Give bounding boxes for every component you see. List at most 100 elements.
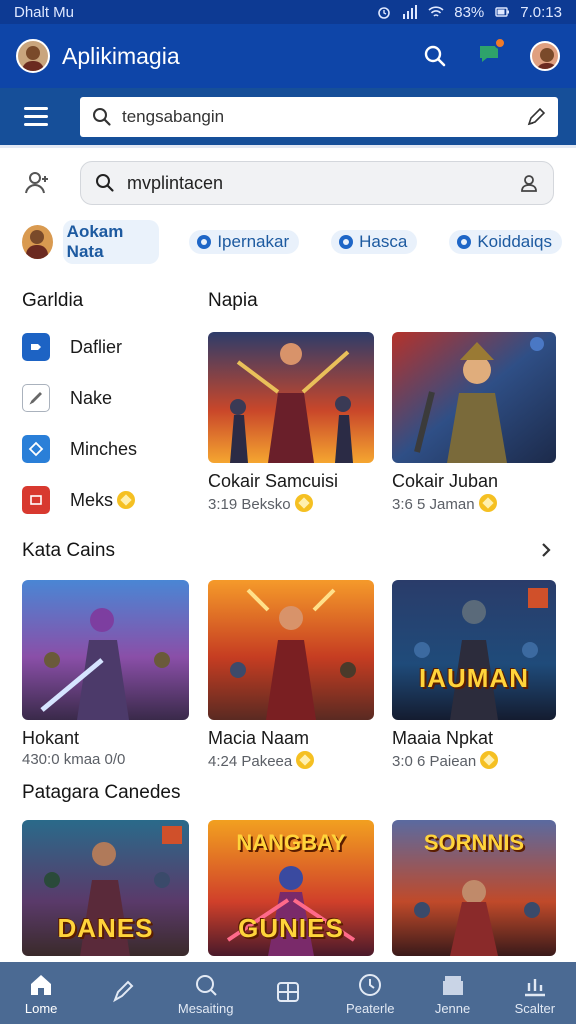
nav-item-pen[interactable] xyxy=(82,962,164,1024)
profile-avatar[interactable] xyxy=(16,39,50,73)
sidebar-item-label: Daflier xyxy=(70,336,123,357)
nav-label: Lome xyxy=(24,1000,58,1016)
nav-item-scalter[interactable]: Scalter xyxy=(494,962,576,1024)
secondary-search-input[interactable]: mvplintacen xyxy=(127,173,519,194)
section-heading: Kata Cains xyxy=(22,540,115,561)
notification-badge xyxy=(494,36,506,49)
game-thumbnail-subtitle: NANGBAY xyxy=(236,830,346,855)
game-card[interactable]: SORNNIS xyxy=(392,820,556,956)
nav-item-grid[interactable] xyxy=(247,962,329,1024)
game-thumbnail[interactable]: IAUMAN xyxy=(392,580,556,720)
star-badge-icon xyxy=(478,494,497,512)
filter-chips: Aokam Nata Ipernakar Hasca Koiddaiqs xyxy=(22,220,562,264)
pen-icon xyxy=(113,980,134,1003)
nav-label: Scalter xyxy=(514,1000,556,1016)
featured-heading: Napia xyxy=(208,290,258,311)
game-card[interactable]: Macia Naam 4:24 Pakeea xyxy=(208,580,374,770)
chip-label: Koiddaiqs xyxy=(477,232,552,251)
game-card[interactable]: DANES xyxy=(22,820,189,956)
user-chip-label: Aokam Nata xyxy=(62,220,160,264)
game-meta: 3:6 5 Jaman xyxy=(392,494,556,513)
section-heading: Patagara Canedes xyxy=(22,782,181,803)
chip-dot-icon xyxy=(197,235,212,249)
profile-icon[interactable] xyxy=(519,173,539,193)
search-bar-secondary[interactable]: mvplintacen xyxy=(80,161,554,205)
chip-koiddaiqs[interactable]: Koiddaiqs xyxy=(449,230,562,254)
sidebar-item-meks[interactable]: Meks xyxy=(22,484,136,516)
battery-icon xyxy=(495,7,510,17)
app-title: Aplikimagia xyxy=(62,42,180,69)
game-thumbnail[interactable]: DANES xyxy=(22,820,189,956)
search-icon xyxy=(195,974,217,996)
game-thumbnail[interactable] xyxy=(208,332,374,463)
add-person-icon[interactable] xyxy=(22,168,52,198)
game-meta: 4:24 Pakeea xyxy=(208,751,374,770)
sidebar-item-label: Minches xyxy=(70,438,138,459)
game-card[interactable]: Cokair Juban 3:6 5 Jaman xyxy=(392,332,556,513)
game-meta: 3:0 6 Paiean xyxy=(392,751,556,770)
nav-item-mesaiting[interactable]: Mesaiting xyxy=(165,962,247,1024)
status-icons: 83% 7.0:13 xyxy=(376,4,562,21)
game-meta: 430:0 kmaa 0/0 xyxy=(22,751,126,768)
search-bar-primary[interactable]: tengsabangin xyxy=(80,96,558,137)
game-title: Cokair Samcuisi xyxy=(208,471,339,491)
game-meta: 3:19 Beksko xyxy=(208,494,374,513)
alarm-icon xyxy=(378,7,391,19)
app-bar: Aplikimagia xyxy=(0,24,576,88)
notifications-button[interactable] xyxy=(476,36,506,72)
search-icon[interactable] xyxy=(422,43,448,69)
battery-label: 83% xyxy=(454,3,485,21)
chart-icon xyxy=(524,978,545,996)
search-icon xyxy=(96,174,114,192)
nav-item-jenne[interactable]: Jenne xyxy=(411,962,493,1024)
user-avatar[interactable] xyxy=(530,41,560,71)
game-card[interactable]: Cokair Samcuisi 3:19 Beksko xyxy=(208,332,374,513)
signal-icon xyxy=(403,5,418,19)
game-card[interactable]: IAUMAN Maaia Npkat 3:0 6 Paiean xyxy=(392,580,556,770)
time-label: 7.0:13 xyxy=(520,3,562,21)
game-thumbnail-subtitle: SORNNIS xyxy=(423,830,525,855)
edit-icon xyxy=(22,384,50,412)
game-card[interactable]: Hokant 430:0 kmaa 0/0 xyxy=(22,580,189,768)
game-title: Macia Naam xyxy=(208,728,310,748)
store-icon xyxy=(442,975,463,995)
sidebar-item-minches[interactable]: Minches xyxy=(22,433,137,465)
chip-avatar xyxy=(22,225,53,259)
search-icon xyxy=(93,107,111,126)
home-icon xyxy=(31,974,52,995)
card-icon xyxy=(22,486,50,514)
diamond-icon xyxy=(22,435,50,463)
star-badge-icon xyxy=(117,490,136,509)
game-thumbnail[interactable] xyxy=(22,580,189,720)
status-bar: Dhalt Mu 83% 7.0:13 xyxy=(0,0,576,24)
star-badge-icon xyxy=(296,751,315,769)
grid-icon xyxy=(276,982,299,1002)
game-thumbnail-title: DANES xyxy=(57,913,154,943)
bottom-navigation: Lome Mesaiting Peaterle Jenne Scalter xyxy=(0,962,576,1024)
sidebar-item-nake[interactable]: Nake xyxy=(22,382,112,414)
game-thumbnail[interactable] xyxy=(392,332,556,463)
sidebar-item-daflier[interactable]: Daflier xyxy=(22,331,122,363)
menu-button[interactable] xyxy=(16,97,56,137)
pen-icon[interactable] xyxy=(526,107,546,127)
nav-item-peaterle[interactable]: Peaterle xyxy=(329,962,411,1024)
sidebar-item-label: Meks xyxy=(70,490,136,511)
game-title: Hokant xyxy=(22,728,80,748)
chip-hasca[interactable]: Hasca xyxy=(331,230,418,254)
game-thumbnail[interactable]: NANGBAY GUNIES xyxy=(208,820,374,956)
tag-icon xyxy=(22,333,50,361)
nav-item-home[interactable]: Lome xyxy=(0,962,82,1024)
wifi-icon xyxy=(428,6,444,17)
chevron-right-icon[interactable] xyxy=(536,540,556,560)
game-card[interactable]: NANGBAY GUNIES xyxy=(208,820,374,956)
game-thumbnail[interactable]: SORNNIS xyxy=(392,820,556,956)
nav-label: Peaterle xyxy=(346,1000,395,1016)
game-thumbnail[interactable] xyxy=(208,580,374,720)
search-input[interactable]: tengsabangin xyxy=(122,107,526,127)
sidebar-item-label: Nake xyxy=(70,387,113,408)
chip-dot-icon xyxy=(457,235,472,249)
star-badge-icon xyxy=(294,494,313,512)
nav-label: Mesaiting xyxy=(177,1000,234,1016)
chip-ipernakar[interactable]: Ipernakar xyxy=(189,230,300,254)
user-chip[interactable]: Aokam Nata xyxy=(22,220,160,264)
